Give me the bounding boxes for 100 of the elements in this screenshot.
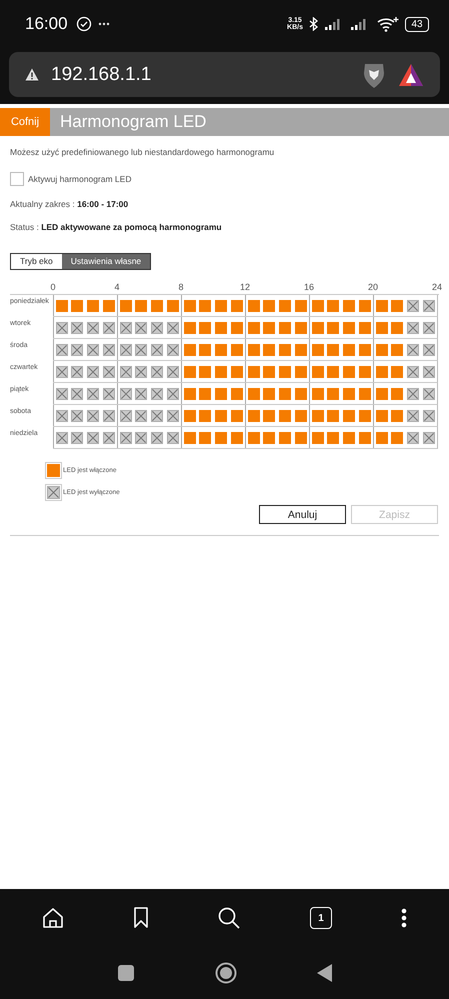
led-on-toggle[interactable] xyxy=(295,410,307,422)
tabs-button[interactable]: 1 xyxy=(310,907,332,929)
led-on-toggle[interactable] xyxy=(391,410,403,422)
led-on-toggle[interactable] xyxy=(391,432,403,444)
led-on-toggle[interactable] xyxy=(359,322,371,334)
led-off-toggle[interactable] xyxy=(167,322,179,334)
led-off-toggle[interactable] xyxy=(87,432,99,444)
led-on-toggle[interactable] xyxy=(263,322,275,334)
led-on-toggle[interactable] xyxy=(199,344,211,356)
led-on-toggle[interactable] xyxy=(327,432,339,444)
led-off-toggle[interactable] xyxy=(423,344,435,356)
led-off-toggle[interactable] xyxy=(135,410,147,422)
led-on-toggle[interactable] xyxy=(215,410,227,422)
led-off-toggle[interactable] xyxy=(135,344,147,356)
led-off-toggle[interactable] xyxy=(71,432,83,444)
led-on-toggle[interactable] xyxy=(279,344,291,356)
led-on-toggle[interactable] xyxy=(199,300,211,312)
led-on-toggle[interactable] xyxy=(248,344,260,356)
led-on-toggle[interactable] xyxy=(359,410,371,422)
led-on-toggle[interactable] xyxy=(184,432,196,444)
led-on-toggle[interactable] xyxy=(248,322,260,334)
cancel-button[interactable]: Anuluj xyxy=(259,505,346,524)
led-on-toggle[interactable] xyxy=(376,322,388,334)
led-off-toggle[interactable] xyxy=(407,432,419,444)
led-off-toggle[interactable] xyxy=(87,322,99,334)
led-on-toggle[interactable] xyxy=(343,432,355,444)
led-off-toggle[interactable] xyxy=(56,322,68,334)
led-on-toggle[interactable] xyxy=(279,322,291,334)
led-on-toggle[interactable] xyxy=(263,344,275,356)
led-off-toggle[interactable] xyxy=(407,322,419,334)
led-on-toggle[interactable] xyxy=(327,366,339,378)
led-on-toggle[interactable] xyxy=(87,300,99,312)
led-on-toggle[interactable] xyxy=(215,432,227,444)
led-on-toggle[interactable] xyxy=(343,366,355,378)
led-on-toggle[interactable] xyxy=(391,322,403,334)
led-on-toggle[interactable] xyxy=(279,410,291,422)
led-on-toggle[interactable] xyxy=(327,388,339,400)
led-on-toggle[interactable] xyxy=(295,388,307,400)
address-bar[interactable]: 192.168.1.1 xyxy=(9,52,440,97)
led-on-toggle[interactable] xyxy=(359,388,371,400)
led-on-toggle[interactable] xyxy=(231,300,243,312)
led-off-toggle[interactable] xyxy=(423,410,435,422)
led-on-toggle[interactable] xyxy=(327,344,339,356)
led-on-toggle[interactable] xyxy=(231,432,243,444)
led-off-toggle[interactable] xyxy=(423,366,435,378)
led-on-toggle[interactable] xyxy=(103,300,115,312)
led-on-toggle[interactable] xyxy=(391,300,403,312)
led-on-toggle[interactable] xyxy=(343,344,355,356)
led-off-toggle[interactable] xyxy=(120,388,132,400)
led-on-toggle[interactable] xyxy=(199,366,211,378)
led-off-toggle[interactable] xyxy=(135,366,147,378)
led-on-toggle[interactable] xyxy=(391,388,403,400)
led-on-toggle[interactable] xyxy=(327,410,339,422)
led-on-toggle[interactable] xyxy=(231,344,243,356)
led-off-toggle[interactable] xyxy=(103,344,115,356)
led-off-toggle[interactable] xyxy=(120,322,132,334)
led-on-toggle[interactable] xyxy=(279,300,291,312)
circle-icon[interactable] xyxy=(214,962,236,984)
led-on-toggle[interactable] xyxy=(343,322,355,334)
led-off-toggle[interactable] xyxy=(407,300,419,312)
led-off-toggle[interactable] xyxy=(87,410,99,422)
led-off-toggle[interactable] xyxy=(167,388,179,400)
led-on-toggle[interactable] xyxy=(279,432,291,444)
led-off-toggle[interactable] xyxy=(56,388,68,400)
led-off-toggle[interactable] xyxy=(103,366,115,378)
led-off-toggle[interactable] xyxy=(423,432,435,444)
led-on-toggle[interactable] xyxy=(312,410,324,422)
led-off-toggle[interactable] xyxy=(87,388,99,400)
led-on-toggle[interactable] xyxy=(184,300,196,312)
led-on-toggle[interactable] xyxy=(279,388,291,400)
led-on-toggle[interactable] xyxy=(295,322,307,334)
led-on-toggle[interactable] xyxy=(215,388,227,400)
led-on-toggle[interactable] xyxy=(231,410,243,422)
led-on-toggle[interactable] xyxy=(391,366,403,378)
led-off-toggle[interactable] xyxy=(151,344,163,356)
led-on-toggle[interactable] xyxy=(71,300,83,312)
led-off-toggle[interactable] xyxy=(71,410,83,422)
led-off-toggle[interactable] xyxy=(71,366,83,378)
led-off-toggle[interactable] xyxy=(120,410,132,422)
led-on-toggle[interactable] xyxy=(263,388,275,400)
square-icon[interactable] xyxy=(116,964,134,982)
led-on-toggle[interactable] xyxy=(376,300,388,312)
led-off-toggle[interactable] xyxy=(103,388,115,400)
led-off-toggle[interactable] xyxy=(151,388,163,400)
led-on-toggle[interactable] xyxy=(184,388,196,400)
led-on-toggle[interactable] xyxy=(359,366,371,378)
led-on-toggle[interactable] xyxy=(231,366,243,378)
led-on-toggle[interactable] xyxy=(391,344,403,356)
led-on-toggle[interactable] xyxy=(312,388,324,400)
led-on-toggle[interactable] xyxy=(295,344,307,356)
led-off-toggle[interactable] xyxy=(56,432,68,444)
led-on-toggle[interactable] xyxy=(120,300,132,312)
led-on-toggle[interactable] xyxy=(215,344,227,356)
led-on-toggle[interactable] xyxy=(376,366,388,378)
led-off-toggle[interactable] xyxy=(103,322,115,334)
led-on-toggle[interactable] xyxy=(199,410,211,422)
led-on-toggle[interactable] xyxy=(199,322,211,334)
led-off-toggle[interactable] xyxy=(423,322,435,334)
led-on-toggle[interactable] xyxy=(376,344,388,356)
led-off-toggle[interactable] xyxy=(120,432,132,444)
